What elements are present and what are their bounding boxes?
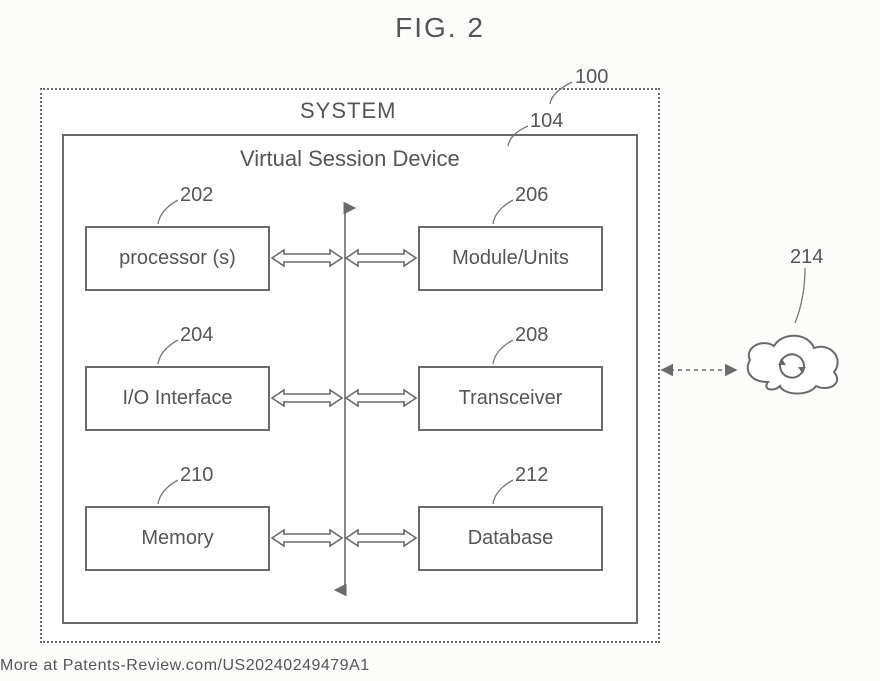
arrow-processor-bus — [272, 250, 342, 266]
leader-100 — [550, 82, 572, 104]
cloud-sync-icon — [748, 336, 838, 394]
leader-202 — [158, 200, 178, 224]
leader-204 — [158, 340, 178, 364]
arrow-io-bus — [272, 390, 342, 406]
watermark: More at Patents-Review.com/US20240249479… — [0, 657, 370, 675]
diagram-connectors — [0, 0, 880, 681]
leader-208 — [493, 340, 513, 364]
leader-210 — [158, 480, 178, 504]
arrow-bus-transceiver — [346, 390, 416, 406]
arrow-bus-database — [346, 530, 416, 546]
arrow-bus-module — [346, 250, 416, 266]
leader-104 — [508, 126, 528, 146]
leader-214 — [795, 268, 805, 323]
arrow-memory-bus — [272, 530, 342, 546]
leader-212 — [493, 480, 513, 504]
leader-206 — [493, 200, 513, 224]
